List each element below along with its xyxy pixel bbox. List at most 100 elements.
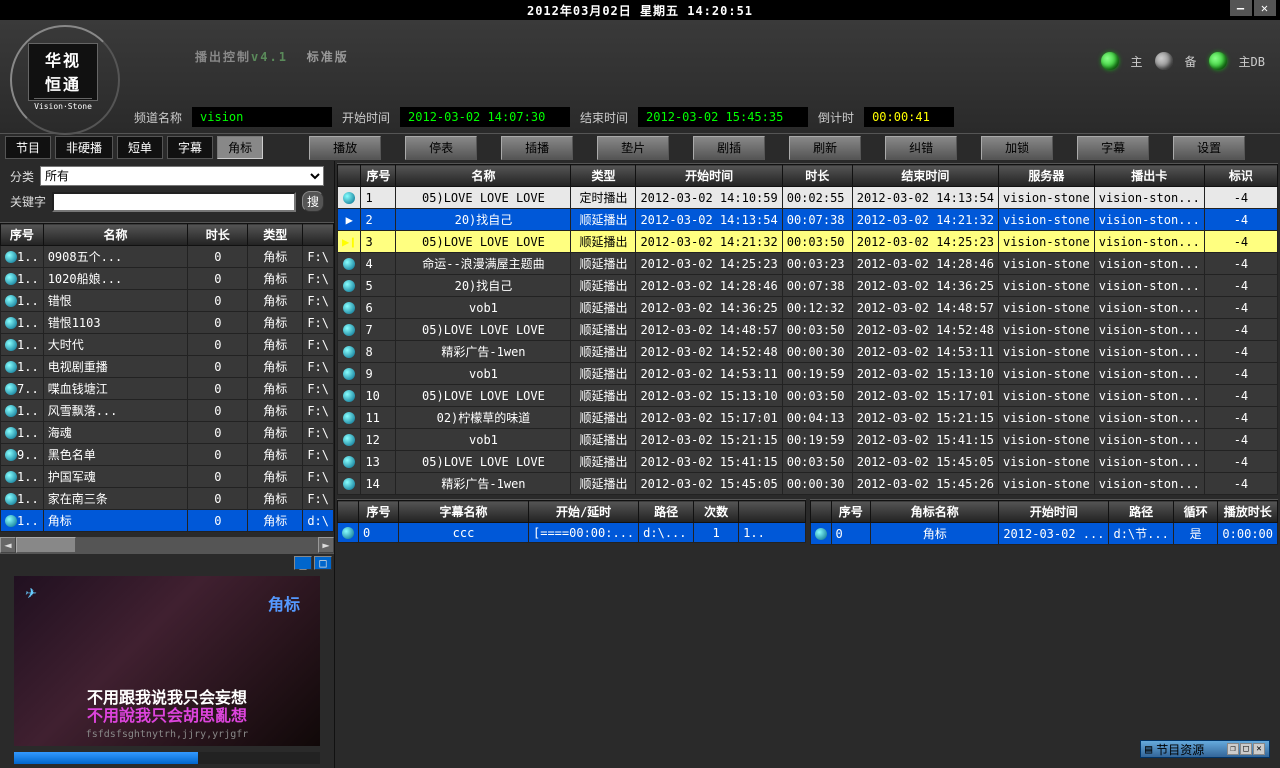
correct-button[interactable]: 纠错 [885,136,957,160]
tab-short[interactable]: 短单 [117,136,163,159]
table-row[interactable]: 9vob1顺延播出2012-03-02 14:53:1100:19:592012… [338,363,1278,385]
preview-logo-icon: ✈ [24,586,36,602]
disc-icon [5,339,17,351]
mini-close-icon[interactable]: ✕ [1253,743,1265,755]
table-row[interactable]: 14精彩广告-1wen顺延播出2012-03-02 15:45:0500:00:… [338,473,1278,495]
disc-icon [343,456,355,468]
h-scrollbar[interactable]: ◄ ► [0,537,334,553]
table-row[interactable]: 8精彩广告-1wen顺延播出2012-03-02 14:52:4800:00:3… [338,341,1278,363]
tab-subtitle[interactable]: 字幕 [167,136,213,159]
preview-progress[interactable] [14,752,320,764]
mini-restore-icon[interactable]: ❐ [1227,743,1239,755]
disc-icon [342,527,354,539]
disc-icon [5,471,17,483]
end-time: 2012-03-02 15:45:35 [638,107,808,127]
table-row[interactable]: 705)LOVE LOVE LOVE顺延播出2012-03-02 14:48:5… [338,319,1278,341]
minimize-button[interactable]: — [1230,0,1252,16]
preview-monitor: ✈ 角标 不用跟我说我只会妄想 不用說我只会胡思亂想 fsfdsfsghtnyt… [14,576,320,746]
table-row[interactable]: 1305)LOVE LOVE LOVE顺延播出2012-03-02 15:41:… [338,451,1278,473]
corner-grid[interactable]: 序号 角标名称 开始时间 路径 循环 播放时长 0角标2012-03-02 ..… [810,499,1279,766]
resource-window[interactable]: ▤ 节目资源 ❐ □ ✕ [1140,740,1270,758]
channel-name: vision [192,107,332,127]
list-item[interactable]: 1..电视剧重播0角标F:\ [1,356,334,378]
table-row[interactable]: 0角标2012-03-02 ...d:\节...是0:00:00 [810,523,1278,545]
list-item[interactable]: 1..0908五个...0角标F:\ [1,246,334,268]
table-row[interactable]: ▶220)找自己顺延播出2012-03-02 14:13:5400:07:382… [338,209,1278,231]
tab-corner[interactable]: 角标 [217,136,263,159]
disc-icon [5,295,17,307]
table-row[interactable]: 12vob1顺延播出2012-03-02 15:21:1500:19:59201… [338,429,1278,451]
preview-min-icon[interactable]: _ [294,556,312,570]
list-item[interactable]: 7..喋血钱塘江0角标F:\ [1,378,334,400]
disc-icon [5,427,17,439]
mini-max-icon[interactable]: □ [1240,743,1252,755]
table-row[interactable]: 520)找自己顺延播出2012-03-02 14:28:4600:07:3820… [338,275,1278,297]
disc-icon [815,528,827,540]
keyword-input[interactable] [52,192,296,212]
start-time: 2012-03-02 14:07:30 [400,107,570,127]
list-item[interactable]: 1..错恨0角标F:\ [1,290,334,312]
list-item[interactable]: 1..海魂0角标F:\ [1,422,334,444]
table-row[interactable]: 105)LOVE LOVE LOVE定时播出2012-03-02 14:10:5… [338,187,1278,209]
disc-icon [5,493,17,505]
search-button[interactable]: 搜 [302,191,324,212]
logo-cn: 华视恒通 [29,47,97,95]
table-row[interactable]: 1102)柠檬草的味道顺延播出2012-03-02 15:17:0100:04:… [338,407,1278,429]
resource-icon: ▤ [1145,742,1152,756]
disc-icon [5,251,17,263]
disc-icon [343,390,355,402]
disc-icon [5,383,17,395]
table-row[interactable]: ▶❙305)LOVE LOVE LOVE顺延播出2012-03-02 14:21… [338,231,1278,253]
subtitle-button[interactable]: 字幕 [1077,136,1149,160]
disc-icon [5,273,17,285]
category-select[interactable]: 所有 [40,166,324,186]
app-title: 播出控制v4.1 标准版 [195,35,349,68]
title-bar: 2012年03月02日 星期五 14:20:51 — ✕ [0,0,1280,20]
play-button[interactable]: 播放 [309,136,381,160]
disc-icon [343,302,355,314]
preview-max-icon[interactable]: □ [314,556,332,570]
list-item[interactable]: 9..黑色名单0角标F:\ [1,444,334,466]
list-item[interactable]: 1..大时代0角标F:\ [1,334,334,356]
insert-button[interactable]: 插播 [501,136,573,160]
list-item[interactable]: 1..1020船娘...0角标F:\ [1,268,334,290]
header: 华视恒通 Vision·Stone 播出控制v4.1 标准版 主 备 主DB 频… [0,20,1280,133]
list-item[interactable]: 1..角标0角标d:\ [1,510,334,532]
subtitle-grid[interactable]: 序号 字幕名称 开始/延时 路径 次数 0ccc[====00:00:...d:… [337,499,806,766]
tab-nonhard[interactable]: 非硬播 [55,136,113,159]
disc-icon [343,258,355,270]
led-backup [1155,52,1173,70]
disc-icon [343,346,355,358]
close-button[interactable]: ✕ [1254,0,1276,16]
sidebar: 分类 所有 关键字 搜 序号 名称 时长 类型 1..0908五个...0角标F… [0,161,335,768]
disc-icon [343,368,355,380]
disc-icon [343,324,355,336]
table-row[interactable]: 4命运--浪漫满屋主题曲顺延播出2012-03-02 14:25:2300:03… [338,253,1278,275]
brand-logo: 华视恒通 Vision·Stone [10,25,120,135]
drama-button[interactable]: 剧插 [693,136,765,160]
clock-text: 2012年03月02日 星期五 14:20:51 [527,2,753,19]
list-item[interactable]: 1..家在南三条0角标F:\ [1,488,334,510]
stop-button[interactable]: 停表 [405,136,477,160]
playlist-grid[interactable]: 序号 名称 类型 开始时间 时长 结束时间 服务器 播出卡 标识 105)LOV… [337,163,1278,495]
disc-icon [343,412,355,424]
logo-en: Vision·Stone [29,102,97,111]
asset-grid[interactable]: 序号 名称 时长 类型 1..0908五个...0角标F:\1..1020船娘.… [0,222,334,537]
table-row[interactable]: 6vob1顺延播出2012-03-02 14:36:2500:12:322012… [338,297,1278,319]
list-item[interactable]: 1..错恨11030角标F:\ [1,312,334,334]
disc-icon [5,515,17,527]
refresh-button[interactable]: 刷新 [789,136,861,160]
disc-icon [343,280,355,292]
toolbar: 节目 非硬播 短单 字幕 角标 播放 停表 插播 垫片 剧插 刷新 纠错 加锁 … [0,133,1280,161]
countdown: 00:00:41 [864,107,954,127]
table-row[interactable]: 0ccc[====00:00:...d:\...11.. [338,523,806,543]
list-item[interactable]: 1..风雪飘落...0角标F:\ [1,400,334,422]
table-row[interactable]: 1005)LOVE LOVE LOVE顺延播出2012-03-02 15:13:… [338,385,1278,407]
info-bar: 频道名称 vision 开始时间 2012-03-02 14:07:30 结束时… [130,105,1275,129]
list-item[interactable]: 1..护国军魂0角标F:\ [1,466,334,488]
status-leds: 主 备 主DB [1101,52,1265,70]
pad-button[interactable]: 垫片 [597,136,669,160]
tab-program[interactable]: 节目 [5,136,51,159]
settings-button[interactable]: 设置 [1173,136,1245,160]
lock-button[interactable]: 加锁 [981,136,1053,160]
